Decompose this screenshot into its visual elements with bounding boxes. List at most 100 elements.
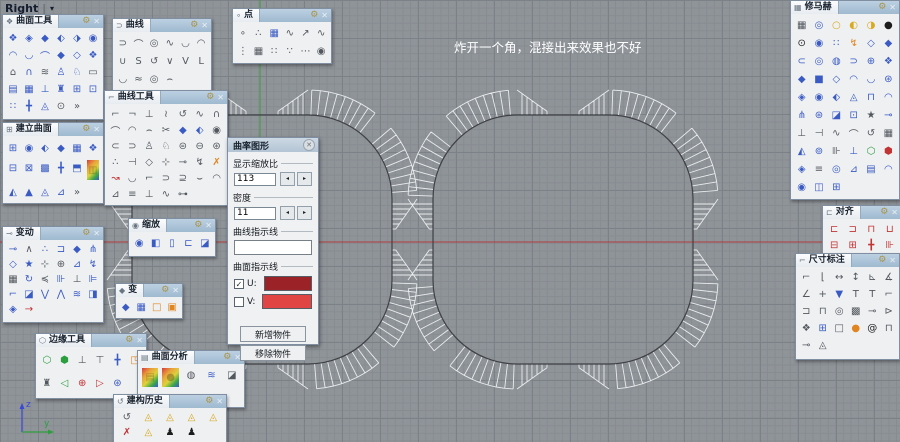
tool-icon[interactable]: ⊞ bbox=[69, 81, 85, 98]
toolbar-align[interactable]: ⊏对齐⚙✕⊏⊐⊓⊔⊟⊞╋⊪ bbox=[822, 205, 900, 257]
tool-icon[interactable]: ⊣ bbox=[810, 124, 827, 142]
tool-icon[interactable]: ◇ bbox=[69, 47, 85, 64]
tool-icon[interactable]: ❖ bbox=[85, 138, 101, 158]
tool-icon[interactable]: ◉ bbox=[810, 34, 827, 52]
toolbar-curve-tools[interactable]: ⌐曲线工具⚙✕⌐¬⊥≀↺∿∩⌒◠⌢✂◆⬖◉⊂⊃♙♘⊜⊖⊛∴⊣◇⊹⊸↯✗↝◡⌐⊃⊇… bbox=[104, 90, 228, 206]
curve-hair-color-swatch[interactable] bbox=[234, 240, 312, 255]
tool-icon[interactable]: ◉ bbox=[85, 30, 101, 47]
tool-icon[interactable]: ◬ bbox=[138, 425, 160, 440]
tool-icon[interactable]: ↺ bbox=[174, 106, 191, 122]
close-icon[interactable]: ✕ bbox=[217, 91, 224, 104]
toolbar-surface-tools[interactable]: ❖曲面工具⚙✕❖◈◆⬖⬗◉◠◡⌒◆◇❖⌂∩≋♙♘▭▤▦⊥♜⊞⊡∷╋◬⊙» bbox=[2, 14, 104, 120]
tool-icon[interactable]: ◬ bbox=[159, 410, 181, 425]
toolbar-history[interactable]: ↺建构历史⚙✕↺◬◬◬◬✗◬♟♟ bbox=[113, 394, 227, 442]
tool-icon[interactable]: ❖ bbox=[798, 320, 815, 337]
tool-icon[interactable]: ▦ bbox=[251, 42, 267, 60]
tool-icon[interactable]: ∴ bbox=[107, 154, 124, 170]
tool-icon[interactable]: ⊛ bbox=[880, 70, 897, 88]
tool-icon[interactable]: » bbox=[69, 182, 85, 202]
tool-icon[interactable]: ⊛ bbox=[208, 138, 225, 154]
toolbar-curves[interactable]: ⊃曲线⚙✕⊃⌒◎∿◡◠∪S↺∨VL◡≈◎⌢ bbox=[112, 18, 212, 92]
tool-icon[interactable]: ⊪ bbox=[881, 237, 900, 253]
tool-icon[interactable]: ⋀ bbox=[53, 287, 69, 302]
tool-icon[interactable]: ⬡ bbox=[38, 349, 56, 372]
tool-icon[interactable]: ∩ bbox=[21, 64, 37, 81]
tool-icon[interactable]: ◬ bbox=[202, 410, 224, 425]
tool-icon[interactable]: ◉ bbox=[793, 178, 810, 196]
tool-icon[interactable]: ◪ bbox=[222, 366, 242, 385]
tool-icon[interactable]: ♘ bbox=[69, 64, 85, 81]
tool-icon[interactable]: ◇ bbox=[862, 34, 879, 52]
gear-icon[interactable]: ⚙ bbox=[190, 19, 198, 32]
tool-icon[interactable]: ⋯ bbox=[298, 42, 314, 60]
tool-icon[interactable]: ≡ bbox=[124, 186, 141, 202]
curvature-graph-dialog[interactable]: 曲率图形 ✕ 显示缩放比 ◂ ▸ 密度 ◂ ▸ 曲线指示线 bbox=[227, 137, 319, 345]
tool-icon[interactable]: ⬖ bbox=[37, 138, 53, 158]
tool-icon[interactable]: ⊜ bbox=[174, 138, 191, 154]
tool-icon[interactable]: ◉ bbox=[208, 122, 225, 138]
tool-icon[interactable]: ▦ bbox=[134, 299, 150, 315]
tool-icon[interactable]: ⊿ bbox=[69, 257, 85, 272]
tool-icon[interactable]: ◎ bbox=[828, 160, 845, 178]
gear-icon[interactable]: ⚙ bbox=[878, 254, 886, 267]
tool-icon[interactable]: ⊞ bbox=[5, 138, 21, 158]
toolbar-transform[interactable]: ⊸变动⚙✕⊸∧∴⊐◆⋔◇★⊹⊕⊿↯▦↻≼⊪⊥⊫⌐◪⋁⋀≋◨◈→ bbox=[2, 226, 104, 323]
gear-icon[interactable]: ⚙ bbox=[82, 123, 90, 136]
tool-icon[interactable]: ▤ bbox=[142, 368, 158, 387]
tool-icon[interactable]: ⊥ bbox=[37, 81, 53, 98]
tool-icon[interactable]: ◡ bbox=[124, 170, 141, 186]
tool-icon[interactable]: ⊖ bbox=[191, 138, 208, 154]
tool-icon[interactable]: ▦ bbox=[880, 124, 897, 142]
u-checkbox[interactable]: ✓ bbox=[234, 279, 244, 289]
tool-icon[interactable]: ∷ bbox=[266, 42, 282, 60]
tool-icon[interactable]: ⊪ bbox=[53, 272, 69, 287]
tool-icon[interactable]: T bbox=[864, 286, 881, 303]
tool-icon[interactable]: ⋁ bbox=[37, 287, 53, 302]
tool-icon[interactable]: ⊏ bbox=[180, 234, 196, 252]
tool-icon[interactable]: ◇ bbox=[5, 257, 21, 272]
tool-icon[interactable]: ↻ bbox=[21, 272, 37, 287]
tool-icon[interactable]: ▤ bbox=[862, 160, 879, 178]
tool-icon[interactable]: ⊕ bbox=[73, 372, 91, 395]
tool-icon[interactable]: ▭ bbox=[85, 64, 101, 81]
tool-icon[interactable]: ◉ bbox=[131, 234, 147, 252]
toolbar-solids[interactable]: ◆变⚙✕◆▦□▣ bbox=[115, 283, 183, 319]
tool-icon[interactable]: ◠ bbox=[124, 122, 141, 138]
tool-icon[interactable]: ∠ bbox=[798, 286, 815, 303]
tool-icon[interactable]: ▥ bbox=[87, 160, 99, 180]
tool-icon[interactable]: ◆ bbox=[37, 30, 53, 47]
close-icon[interactable]: ✕ bbox=[303, 139, 315, 151]
tool-icon[interactable]: ◈ bbox=[21, 30, 37, 47]
close-icon[interactable]: ✕ bbox=[93, 227, 100, 240]
toolbar-scale[interactable]: ◉缩放⚙✕◉◧▯⊏◪ bbox=[128, 218, 216, 257]
u-color-swatch[interactable] bbox=[264, 276, 312, 291]
tool-icon[interactable]: ◎ bbox=[146, 70, 162, 88]
tool-icon[interactable]: ∿ bbox=[191, 106, 208, 122]
tool-icon[interactable]: ↕ bbox=[848, 269, 865, 286]
tool-icon[interactable]: ↝ bbox=[107, 170, 124, 186]
close-icon[interactable]: ✕ bbox=[93, 123, 100, 136]
tool-icon[interactable]: ◆ bbox=[69, 242, 85, 257]
tool-icon[interactable]: ⊃ bbox=[158, 170, 175, 186]
tool-icon[interactable]: S bbox=[131, 52, 147, 70]
tool-icon[interactable]: ¬ bbox=[124, 106, 141, 122]
tool-icon[interactable]: ▤ bbox=[5, 81, 21, 98]
tool-icon[interactable]: ⬒ bbox=[69, 158, 85, 178]
tool-icon[interactable]: ⌣ bbox=[191, 170, 208, 186]
tool-icon[interactable]: ⊣ bbox=[124, 154, 141, 170]
close-icon[interactable]: ✕ bbox=[201, 19, 208, 32]
tool-icon[interactable]: ⬢ bbox=[880, 142, 897, 160]
tool-icon[interactable]: ◬ bbox=[37, 98, 53, 115]
tool-icon[interactable]: ⌒ bbox=[37, 47, 53, 64]
tool-icon[interactable]: ⋔ bbox=[793, 106, 810, 124]
close-icon[interactable]: ✕ bbox=[136, 334, 143, 347]
rhino-viewport[interactable]: Right | ▾ 炸开一个角，混接出来效果也不好 z y ▦修马赫⚙✕▦◎○◐… bbox=[0, 0, 900, 442]
tool-icon[interactable]: ◆ bbox=[793, 70, 810, 88]
tool-icon[interactable]: ⊸ bbox=[5, 242, 21, 257]
tool-icon[interactable]: ◆ bbox=[53, 47, 69, 64]
tool-icon[interactable]: ∿ bbox=[828, 124, 845, 142]
tool-icon[interactable]: ∿ bbox=[282, 24, 298, 42]
tool-icon[interactable]: ❖ bbox=[880, 52, 897, 70]
tool-icon[interactable]: ◉ bbox=[21, 138, 37, 158]
tool-icon[interactable]: ∿ bbox=[162, 34, 178, 52]
